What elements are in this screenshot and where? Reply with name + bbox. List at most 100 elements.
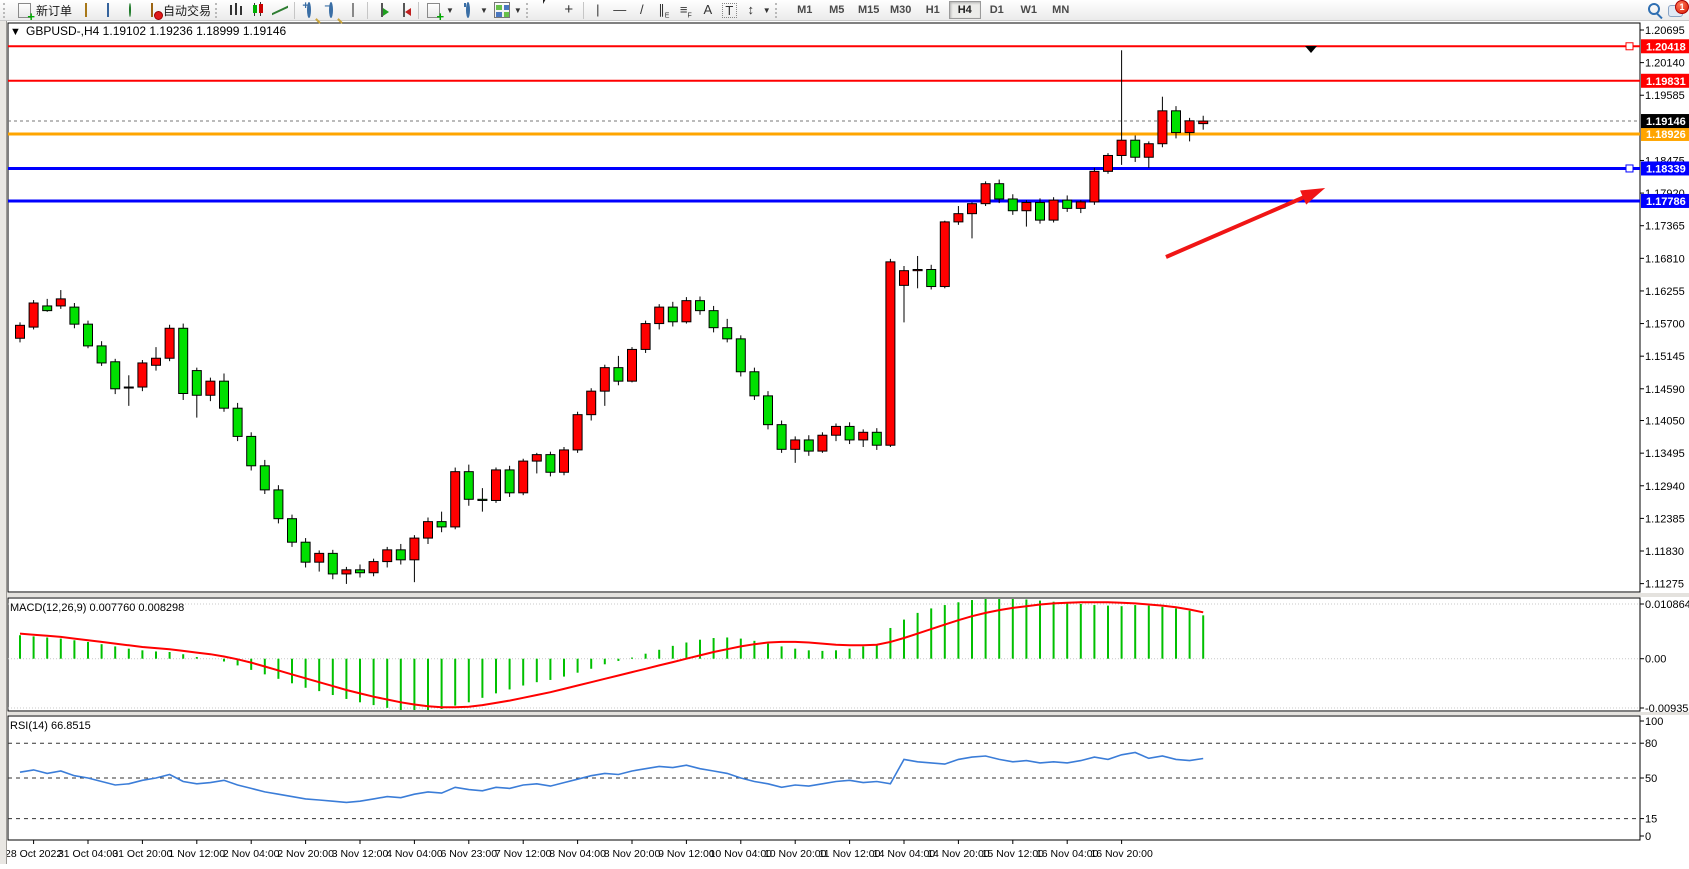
- crosshair-button[interactable]: +: [558, 1, 580, 20]
- timeframe-d1[interactable]: D1: [981, 1, 1013, 19]
- cursor-button[interactable]: [536, 1, 558, 20]
- zoom-in-button[interactable]: +: [298, 1, 320, 20]
- line-handle[interactable]: [1626, 165, 1633, 172]
- svg-text:1.11830: 1.11830: [1645, 546, 1684, 558]
- toolbar-separator: [583, 2, 584, 19]
- svg-text:11 Nov 12:00: 11 Nov 12:00: [819, 848, 881, 860]
- candle: [519, 461, 528, 493]
- candle: [573, 415, 582, 450]
- line-chart-button[interactable]: [269, 1, 291, 20]
- chart-shift-button[interactable]: [393, 1, 415, 20]
- svg-text:1.19585: 1.19585: [1645, 90, 1685, 102]
- search-icon[interactable]: [1648, 3, 1660, 15]
- timeframe-m15[interactable]: M15: [853, 1, 885, 19]
- timeframe-h1[interactable]: H1: [917, 1, 949, 19]
- candle: [886, 262, 895, 445]
- panel-splitter[interactable]: [7, 593, 1689, 597]
- svg-text:50: 50: [1645, 773, 1657, 785]
- terminal-button[interactable]: [97, 1, 119, 20]
- candle: [111, 362, 120, 389]
- chat-icon[interactable]: 1: [1668, 5, 1683, 17]
- candle: [369, 562, 378, 573]
- svg-text:4 Nov 04:00: 4 Nov 04:00: [386, 848, 443, 860]
- new-order-label: 新订单: [36, 2, 72, 19]
- line-handle[interactable]: [1626, 43, 1633, 50]
- svg-text:3 Nov 12:00: 3 Nov 12:00: [332, 848, 389, 860]
- candle: [804, 440, 813, 451]
- candle: [968, 204, 977, 214]
- bar-chart-button[interactable]: [225, 1, 247, 20]
- periods-button[interactable]: ▼: [457, 1, 491, 20]
- text-label-button[interactable]: T: [719, 1, 740, 20]
- svg-text:100: 100: [1645, 716, 1663, 728]
- candle: [274, 490, 283, 519]
- candle: [56, 299, 65, 306]
- signals-button[interactable]: [119, 1, 141, 20]
- vertical-line-button[interactable]: |: [587, 1, 609, 20]
- panel-splitter[interactable]: [7, 712, 1689, 715]
- timeframe-w1[interactable]: W1: [1013, 1, 1045, 19]
- candle: [342, 570, 351, 574]
- svg-text:-0.009358: -0.009358: [1645, 703, 1689, 715]
- indicators-button[interactable]: ▼: [422, 1, 457, 20]
- candle: [451, 472, 460, 527]
- candle: [179, 328, 188, 393]
- chart-dropdown-icon[interactable]: ▼: [10, 26, 21, 38]
- toolbar-grip[interactable]: [215, 3, 222, 18]
- candle: [165, 328, 174, 358]
- candle: [247, 436, 256, 465]
- channel-button[interactable]: ∥E: [653, 1, 675, 20]
- candle: [845, 426, 854, 440]
- timeframe-m1[interactable]: M1: [789, 1, 821, 19]
- candle: [505, 470, 514, 493]
- toolbar-grip[interactable]: [3, 3, 10, 18]
- tile-windows-button[interactable]: [342, 1, 364, 20]
- macd-label: MACD(12,26,9) 0.007760 0.008298: [10, 602, 184, 614]
- svg-text:0: 0: [1645, 831, 1651, 843]
- candle: [1158, 111, 1167, 144]
- candle: [560, 450, 569, 472]
- auto-trading-button[interactable]: 自动交易: [141, 1, 214, 20]
- new-order-button[interactable]: 新订单: [13, 1, 75, 20]
- svg-text:1.17365: 1.17365: [1645, 221, 1685, 233]
- svg-text:1.20695: 1.20695: [1645, 25, 1685, 37]
- styler-button[interactable]: [75, 1, 97, 20]
- notification-badge: 1: [1675, 0, 1689, 14]
- svg-text:1.20140: 1.20140: [1645, 58, 1685, 70]
- timeframe-mn[interactable]: MN: [1045, 1, 1077, 19]
- svg-text:80: 80: [1645, 738, 1657, 750]
- svg-text:31 Oct 20:00: 31 Oct 20:00: [112, 848, 172, 860]
- svg-text:15: 15: [1645, 814, 1657, 826]
- candle: [301, 542, 310, 562]
- candle: [1090, 171, 1099, 202]
- candle: [614, 368, 623, 382]
- svg-text:2 Nov 04:00: 2 Nov 04:00: [223, 848, 280, 860]
- candlestick-chart-button[interactable]: [247, 1, 269, 20]
- svg-text:1.17786: 1.17786: [1646, 196, 1686, 208]
- candle: [546, 455, 555, 473]
- chevron-down-icon: ▼: [480, 6, 488, 15]
- candle: [696, 301, 705, 311]
- templates-button[interactable]: ▼: [491, 1, 525, 20]
- cursor-icon: [543, 0, 550, 16]
- horizontal-line-button[interactable]: —: [609, 1, 631, 20]
- timeframe-m5[interactable]: M5: [821, 1, 853, 19]
- tile-windows-icon: [352, 3, 354, 17]
- chart-canvas[interactable]: 1.206951.201401.195851.184751.179201.173…: [0, 21, 1689, 864]
- fibonacci-button[interactable]: ≡F: [675, 1, 697, 20]
- arrows-button[interactable]: ↕▼: [740, 1, 774, 20]
- candle: [954, 214, 963, 222]
- candle: [43, 306, 52, 311]
- timeframe-h4[interactable]: H4: [949, 1, 981, 19]
- zoom-out-button[interactable]: –: [320, 1, 342, 20]
- timeframe-m30[interactable]: M30: [885, 1, 917, 19]
- trendline-button[interactable]: /: [631, 1, 653, 20]
- candle: [1199, 121, 1208, 124]
- text-button[interactable]: A: [697, 1, 719, 20]
- auto-scroll-button[interactable]: [371, 1, 393, 20]
- toolbar-grip[interactable]: [775, 3, 782, 18]
- candle: [859, 432, 868, 440]
- toolbar-grip[interactable]: [526, 3, 533, 18]
- svg-text:15 Nov 12:00: 15 Nov 12:00: [982, 848, 1045, 860]
- svg-text:31 Oct 04:00: 31 Oct 04:00: [58, 848, 118, 860]
